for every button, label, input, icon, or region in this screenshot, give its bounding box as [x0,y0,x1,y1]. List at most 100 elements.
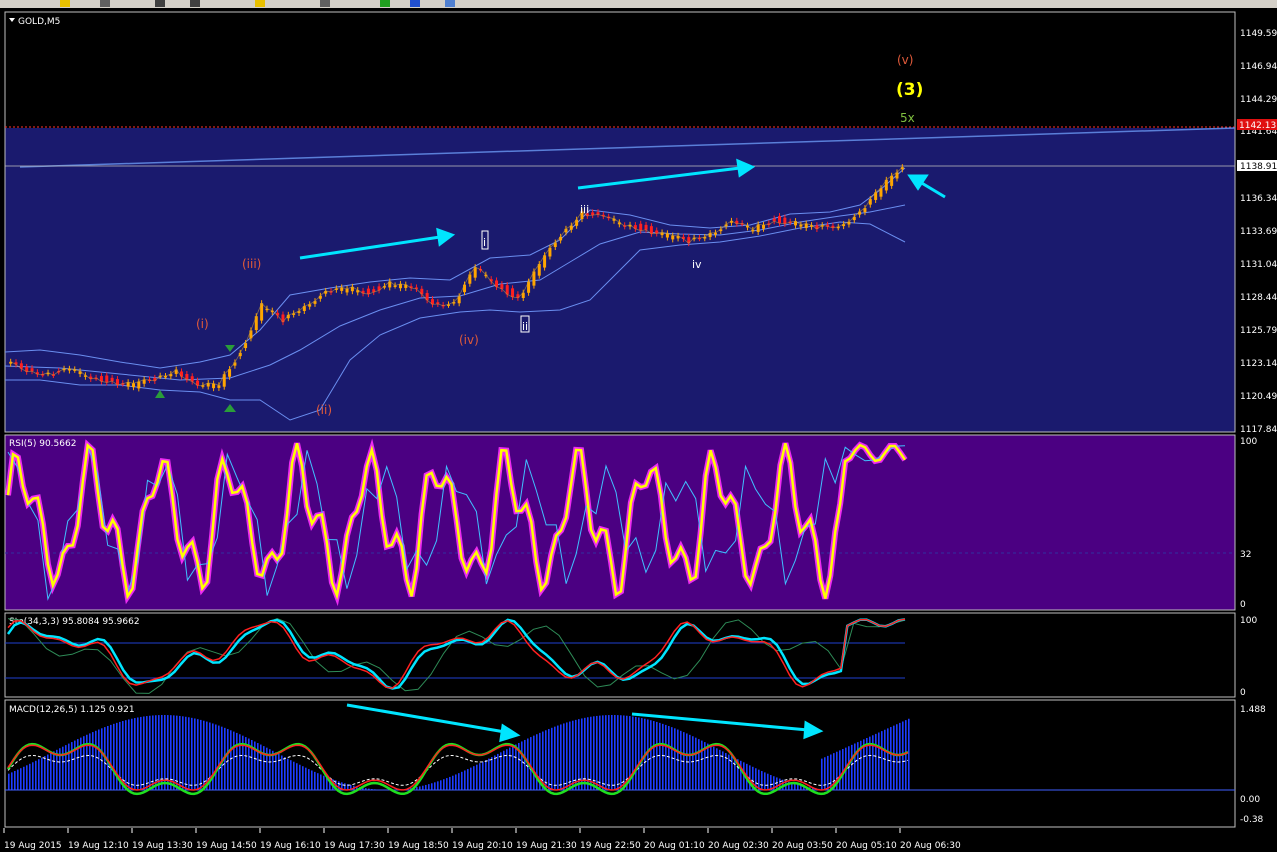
wave-label-v: (v) [897,53,913,67]
macd-bar [488,758,490,790]
candle-body [137,381,141,389]
macd-bar [881,731,883,790]
macd-bar [191,717,193,790]
time-tick: 19 Aug 20:10 [452,841,513,851]
macd-bar [287,758,289,790]
macd-bar [179,715,181,790]
macd-bar [476,764,478,790]
macd-bar [215,724,217,790]
macd-header: MACD(12,26,5) 1.125 0.921 [9,705,135,715]
wave-label-iii-paren: (iii) [242,257,261,271]
macd-bar [614,715,616,790]
macd-bar [560,724,562,790]
macd-bar [194,718,196,790]
time-tick: 19 Aug 16:10 [260,841,321,851]
macd-bar [545,730,547,790]
macd-bar [437,781,439,790]
macd-bar [290,760,292,790]
macd-bar [173,715,175,790]
plus-icon[interactable] [380,0,390,7]
macd-bar [557,725,559,790]
macd-bar [581,718,583,790]
macd-bar [443,779,445,790]
macd-bar [707,743,709,790]
macd-bar [230,730,232,790]
macd-bar [170,715,172,790]
blue-globe-icon[interactable] [410,0,420,7]
macd-bar [602,715,604,790]
macd-bar [467,769,469,790]
macd-bar [89,733,91,790]
candle-body [639,223,643,231]
time-tick: 20 Aug 03:50 [772,841,833,851]
macd-bar [131,718,133,790]
macd-bar [317,773,319,790]
yellow-folder-icon[interactable] [60,0,70,7]
time-tick: 19 Aug 12:10 [68,841,129,851]
macd-bar [551,727,553,790]
candle-body [783,217,787,224]
stoch-scale-0: 0 [1240,688,1246,698]
price-tick: 1144.29 [1240,95,1277,105]
macd-bar [653,721,655,790]
macd-bar [128,719,130,790]
candle-body [868,199,872,205]
price-tick: 1128.44 [1240,293,1277,303]
macd-bar [176,715,178,790]
macd-bar [827,755,829,790]
candle-body [30,368,34,372]
grid-icon[interactable] [100,0,110,7]
pencil-icon[interactable] [320,0,330,7]
macd-bar [26,765,28,790]
macd-bar [101,728,103,790]
time-tick: 20 Aug 06:30 [900,841,961,851]
macd-bar [842,749,844,790]
zoom-icon[interactable] [255,0,265,7]
macd-bar [116,722,118,790]
macd-bar [275,752,277,790]
macd-bar [878,732,880,790]
wave-label-i-paren: (i) [196,317,209,331]
macd-bar [236,732,238,790]
macd-bar [188,717,190,790]
macd-bar [761,771,763,790]
wave-label-ii-box: ii [522,320,528,333]
wave-label-iv-paren: (iv) [459,333,479,347]
macd-bar [41,757,43,790]
macd-bar [35,760,37,790]
macd-bar [308,769,310,790]
macd-bar [509,747,511,790]
wave-label-i-box: i [483,236,486,249]
macd-bar [338,781,340,790]
macd-bar [446,778,448,790]
macd-bar [662,723,664,790]
macd-bar [734,757,736,790]
time-tick: 19 Aug 13:30 [132,841,193,851]
macd-bar [830,754,832,790]
macd-bar [575,719,577,790]
wave-label-iii: iii [580,203,589,216]
macd-bar [698,739,700,790]
macd-bar [533,735,535,790]
rsi-scale-0: 0 [1240,600,1246,610]
price-tick: 1123.14 [1240,359,1277,369]
macd-bar [638,717,640,790]
macd-bar [635,716,637,790]
time-tick: 19 Aug 18:50 [388,841,449,851]
macd-scale-bottom: -0.38 [1240,815,1264,825]
macd-bar [722,751,724,790]
macd-bar [125,720,127,790]
window-icon[interactable] [445,0,455,7]
macd-bar [668,725,670,790]
macd-bar [839,750,841,790]
macd-bar [227,729,229,790]
macd-bar [563,723,565,790]
macd-bar [233,731,235,790]
macd-bar [710,745,712,790]
candle-body [644,224,648,230]
macd-bar [632,716,634,790]
macd-bar [203,720,205,790]
bars-icon[interactable] [155,0,165,7]
crosshair-icon[interactable] [190,0,200,7]
macd-bar [14,771,16,790]
